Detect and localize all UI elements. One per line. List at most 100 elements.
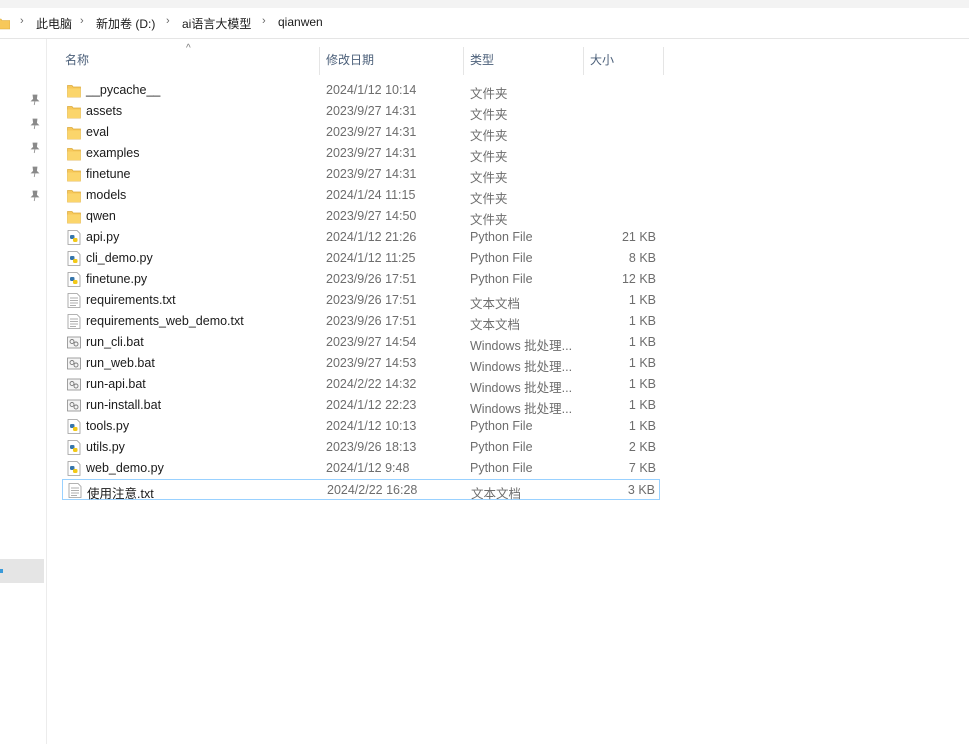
file-type: Python File (470, 419, 533, 433)
pin-icon[interactable] (30, 142, 40, 154)
column-header-type[interactable]: 类型 (464, 47, 583, 75)
nav-item-indicator (0, 569, 3, 573)
file-modified-date: 2024/1/12 9:48 (326, 461, 410, 475)
pin-icon[interactable] (30, 118, 40, 130)
text-file-icon (67, 293, 81, 308)
folder-icon (67, 188, 81, 203)
file-row[interactable]: finetune.py 2023/9/26 17:51 Python File 12 … (62, 269, 660, 290)
file-modified-date: 2024/2/22 16:28 (327, 483, 418, 497)
folder-icon (0, 18, 10, 30)
pin-icon[interactable] (30, 190, 40, 202)
file-type: Windows 批处理... (470, 402, 573, 416)
file-row[interactable]: cli_demo.py 2024/1/12 11:25 Python File 8 K… (62, 248, 660, 269)
file-type: Windows 批处理... (470, 339, 573, 353)
file-name: requirements_web_demo.txt (86, 314, 244, 328)
file-row[interactable]: finetune 2023/9/27 14:31 文件夹 (62, 164, 660, 185)
batch-file-icon (67, 377, 81, 392)
file-row[interactable]: run_web.bat 2023/9/27 14:53 Windows 批处理...… (62, 353, 660, 374)
file-row[interactable]: tools.py 2024/1/12 10:13 Python File 1 KB (62, 416, 660, 437)
file-size: 1 KB (628, 335, 656, 349)
file-row[interactable]: requirements.txt 2023/9/26 17:51 文本文档 1 KB (62, 290, 660, 311)
breadcrumb-separator: › (262, 15, 266, 27)
file-modified-date: 2024/1/12 11:25 (326, 251, 416, 265)
breadcrumb-drive-d[interactable]: 新加卷 (D:) (96, 15, 155, 32)
file-name: assets (86, 104, 123, 118)
breadcrumb-this-pc[interactable]: 此电脑 (36, 15, 72, 32)
file-modified-date: 2024/1/12 22:23 (326, 398, 417, 412)
file-type: Python File (470, 251, 533, 265)
file-modified-date: 2024/1/12 21:26 (326, 230, 417, 244)
file-row[interactable]: __pycache__ 2024/1/12 10:14 文件夹 (62, 80, 660, 101)
file-modified-date: 2023/9/26 17:51 (326, 272, 417, 286)
file-size: 2 KB (628, 440, 656, 454)
folder-icon (67, 125, 81, 140)
file-size: 21 KB (621, 230, 656, 244)
file-type: Python File (470, 272, 533, 286)
file-row[interactable]: utils.py 2023/9/26 18:13 Python File 2 KB (62, 437, 660, 458)
file-row[interactable]: web_demo.py 2024/1/12 9:48 Python File 7 KB (62, 458, 660, 479)
file-name: utils.py (86, 440, 125, 454)
batch-file-icon (67, 356, 81, 371)
address-bar[interactable]: › 此电脑 › 新加卷 (D:) › ai语言大模型 › qianwen (0, 8, 969, 39)
folder-icon (67, 104, 81, 119)
python-file-icon (67, 272, 81, 287)
python-file-icon (67, 419, 81, 434)
file-size: 1 KB (628, 293, 656, 307)
file-size: 3 KB (627, 483, 655, 497)
file-row[interactable]: assets 2023/9/27 14:31 文件夹 (62, 101, 660, 122)
file-type: 文本文档 (470, 318, 521, 332)
file-type: 文件夹 (470, 192, 508, 206)
pin-icon[interactable] (30, 166, 40, 178)
batch-file-icon (67, 398, 81, 413)
file-name: eval (86, 125, 109, 139)
file-row[interactable]: run_cli.bat 2023/9/27 14:54 Windows 批处理...… (62, 332, 660, 353)
file-row[interactable]: eval 2023/9/27 14:31 文件夹 (62, 122, 660, 143)
file-size: 1 KB (628, 356, 656, 370)
file-type: 文本文档 (470, 297, 521, 311)
file-modified-date: 2024/1/12 10:14 (326, 83, 417, 97)
folder-icon (67, 209, 81, 224)
file-row[interactable]: api.py 2024/1/12 21:26 Python File 21 KB (62, 227, 660, 248)
file-type: 文件夹 (470, 129, 508, 143)
file-row[interactable]: requirements_web_demo.txt 2023/9/26 17:51… (62, 311, 660, 332)
file-size: 1 KB (628, 398, 656, 412)
file-name: api.py (86, 230, 120, 244)
file-modified-date: 2023/9/26 18:13 (326, 440, 417, 454)
column-header-size[interactable]: 大小 (584, 47, 663, 75)
file-modified-date: 2023/9/26 17:51 (326, 314, 417, 328)
batch-file-icon (67, 335, 81, 350)
pin-icon[interactable] (30, 94, 40, 106)
file-name: web_demo.py (86, 461, 164, 475)
file-name: finetune.py (86, 272, 148, 286)
column-divider[interactable] (663, 47, 664, 75)
breadcrumb-separator: › (166, 15, 170, 27)
file-name: examples (86, 146, 140, 160)
file-row[interactable]: examples 2023/9/27 14:31 文件夹 (62, 143, 660, 164)
folder-icon (67, 83, 81, 98)
file-modified-date: 2024/1/24 11:15 (326, 188, 416, 202)
breadcrumb-separator: › (20, 15, 24, 27)
file-row[interactable]: 使用注意.txt 2024/2/22 16:28 文本文档 3 KB (62, 479, 660, 501)
folder-icon (67, 146, 81, 161)
text-file-icon (68, 483, 82, 498)
file-modified-date: 2024/1/12 10:13 (326, 419, 417, 433)
file-type: Windows 批处理... (470, 360, 573, 374)
nav-item-selected[interactable] (0, 559, 44, 583)
column-header-date[interactable]: 修改日期 (320, 47, 463, 75)
breadcrumb-ai-models[interactable]: ai语言大模型 (182, 15, 251, 32)
file-type: Python File (470, 230, 533, 244)
breadcrumb-separator: › (80, 15, 84, 27)
file-row[interactable]: qwen 2023/9/27 14:50 文件夹 (62, 206, 660, 227)
column-header-name[interactable]: 名称 (59, 47, 319, 75)
window-top-strip (0, 0, 969, 8)
file-type: 文本文档 (471, 487, 522, 501)
breadcrumb-qianwen[interactable]: qianwen (278, 15, 323, 29)
file-row[interactable]: run-install.bat 2024/1/12 22:23 Windows 批处… (62, 395, 660, 416)
file-row[interactable]: run-api.bat 2024/2/22 14:32 Windows 批处理...… (62, 374, 660, 395)
file-name: run-api.bat (86, 377, 146, 391)
file-modified-date: 2023/9/27 14:50 (326, 209, 417, 223)
file-row[interactable]: models 2024/1/24 11:15 文件夹 (62, 185, 660, 206)
file-name: requirements.txt (86, 293, 176, 307)
file-name: finetune (86, 167, 131, 181)
python-file-icon (67, 230, 81, 245)
